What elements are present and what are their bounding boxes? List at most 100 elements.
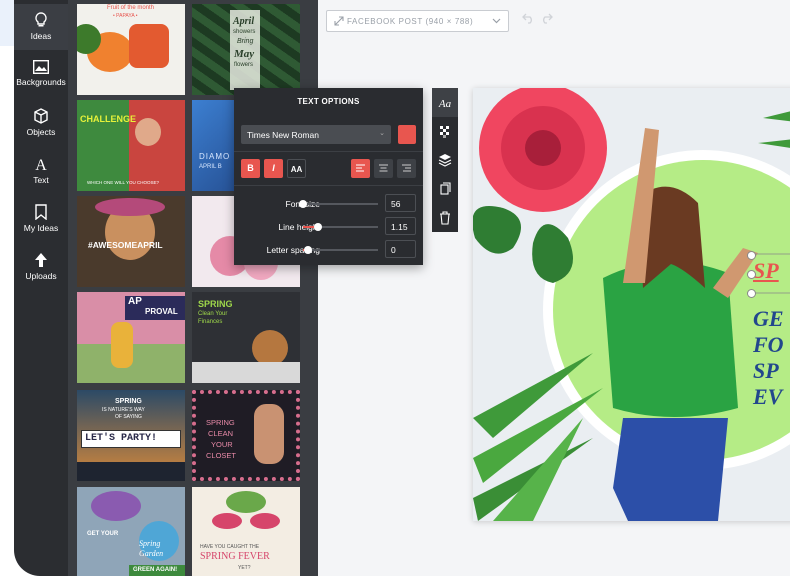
template-text: SPRING <box>206 418 235 427</box>
sidebar-item-label: Ideas <box>30 31 52 41</box>
text-options-title: TEXT OPTIONS <box>297 97 360 106</box>
flower-shape <box>91 491 141 521</box>
transparency-icon <box>440 126 449 138</box>
letter-spacing-input[interactable]: 0 <box>385 240 416 258</box>
headline-line[interactable]: EV <box>753 384 782 410</box>
delete-tool[interactable] <box>432 204 458 233</box>
sidebar-item-my-ideas[interactable]: My Ideas <box>14 196 68 242</box>
uppercase-button[interactable]: AA <box>287 159 306 178</box>
template-thumbnail[interactable]: AP PROVAL <box>77 292 185 383</box>
text-icon: A <box>35 157 47 172</box>
duplicate-icon <box>440 182 451 195</box>
undo-icon[interactable] <box>522 13 535 24</box>
font-size-slider[interactable] <box>299 200 378 208</box>
template-text: SPRING <box>115 398 142 405</box>
slider-knob[interactable] <box>303 246 312 254</box>
template-text: HAVE YOU CAUGHT THE <box>200 544 260 550</box>
sidebar-item-label: Objects <box>26 127 56 137</box>
template-text: #AWESOMEAPRIL <box>88 240 163 250</box>
cube-icon <box>34 108 48 124</box>
text-options-tool[interactable]: Aa <box>432 88 458 117</box>
layers-tool[interactable] <box>432 146 458 175</box>
sidebar-item-label: Uploads <box>25 271 57 281</box>
align-right-button[interactable] <box>397 159 416 178</box>
font-family-select[interactable]: Times New Roman ⌄ <box>241 125 391 144</box>
font-size-input[interactable]: 56 <box>385 194 416 212</box>
resize-icon <box>334 16 344 26</box>
sidebar-item-label: Backgrounds <box>16 77 66 87</box>
sidebar-item-objects[interactable]: Objects <box>14 100 68 146</box>
headline-line[interactable]: SP <box>753 358 779 384</box>
template-thumbnail[interactable]: CHALLENGE WHICH ONE WILL YOU CHOOSE? <box>77 100 185 191</box>
template-thumbnail[interactable]: HAVE YOU CAUGHT THE SPRING FEVER YET? <box>192 487 300 576</box>
chevron-down-icon: ⌄ <box>379 130 385 137</box>
sidebar-item-ideas[interactable]: Ideas <box>14 4 68 50</box>
layers-icon <box>438 154 452 167</box>
align-center-icon <box>379 164 388 172</box>
template-text: CLEAN <box>208 429 234 438</box>
italic-button[interactable]: I <box>264 159 283 178</box>
slider-knob[interactable] <box>299 200 307 208</box>
sidebar-item-label: My Ideas <box>23 223 59 233</box>
template-thumbnail[interactable]: Fruit of the month • PAPAYA • <box>77 4 185 95</box>
redo-icon[interactable] <box>540 13 553 24</box>
headline-selected-text[interactable]: SP <box>753 258 779 284</box>
template-text: Clean Your <box>198 311 228 317</box>
template-thumbnail[interactable]: April showers Bring May flowers <box>192 4 300 95</box>
duplicate-tool[interactable] <box>432 175 458 204</box>
template-text: May <box>234 48 255 60</box>
papaya-slice-shape <box>129 24 169 68</box>
template-thumbnail[interactable]: SPRING IS NATURE'S WAY OF SAYING LET'S P… <box>77 390 185 481</box>
line-height-slider[interactable] <box>303 223 378 231</box>
template-text: showers <box>233 29 256 35</box>
plant-shape <box>226 491 266 513</box>
image-icon <box>33 60 49 74</box>
template-text: DIAMO <box>199 152 231 161</box>
template-panel: Fruit of the month • PAPAYA • April show… <box>68 0 318 576</box>
design-canvas[interactable]: SP GE FO SP EV <box>473 88 790 521</box>
template-text: YOUR <box>211 440 233 449</box>
template-thumbnail[interactable]: SPRING Clean Your Finances <box>192 292 300 383</box>
canvas-size-dropdown[interactable]: FACEBOOK POST (940 × 788) <box>326 10 509 32</box>
text-color-swatch[interactable] <box>398 125 416 144</box>
template-text: Bring <box>237 38 254 45</box>
align-left-icon <box>356 164 365 172</box>
silhouette-shape <box>77 462 185 481</box>
template-text: Fruit of the month <box>107 5 155 11</box>
sunglasses-lens-left <box>212 513 242 529</box>
chevron-down-icon <box>492 18 501 24</box>
template-text: GREEN AGAIN! <box>133 567 178 573</box>
template-thumbnail[interactable]: GET YOUR Spring Garden GREEN AGAIN! <box>77 487 185 576</box>
sidebar-item-label: Text <box>33 175 49 185</box>
text-options-panel: TEXT OPTIONS Times New Roman ⌄ B I AA Fo… <box>234 88 423 265</box>
line-height-input[interactable]: 1.15 <box>385 217 416 235</box>
template-text: AP <box>128 296 142 307</box>
template-thumbnail[interactable]: SPRING CLEAN YOUR CLOSET <box>192 390 300 481</box>
headline-line[interactable]: GE <box>753 306 784 332</box>
align-center-button[interactable] <box>374 159 393 178</box>
align-left-button[interactable] <box>351 159 370 178</box>
red-flower-center <box>525 130 561 166</box>
transparency-tool[interactable] <box>432 117 458 146</box>
bold-button[interactable]: B <box>241 159 260 178</box>
sunglasses-lens-right <box>250 513 280 529</box>
sidebar-item-backgrounds[interactable]: Backgrounds <box>14 52 68 98</box>
headline-line[interactable]: FO <box>753 332 784 358</box>
photo-block <box>129 100 185 191</box>
canvas-artwork <box>473 88 790 521</box>
slider-knob[interactable] <box>314 223 322 231</box>
template-thumbnail[interactable]: #AWESOMEAPRIL <box>77 196 185 287</box>
template-text: CLOSET <box>206 451 237 460</box>
letter-spacing-slider[interactable] <box>303 246 378 254</box>
sidebar-item-text[interactable]: A Text <box>14 148 68 194</box>
resize-handle[interactable] <box>747 270 756 279</box>
resize-handle[interactable] <box>747 289 756 298</box>
element-toolbar: Aa <box>432 88 458 232</box>
template-text: April <box>233 16 255 27</box>
resize-handle[interactable] <box>747 251 756 260</box>
sidebar-item-uploads[interactable]: Uploads <box>14 244 68 290</box>
template-text: PROVAL <box>145 307 178 316</box>
template-text: • PAPAYA • <box>113 13 138 19</box>
editor-app: Ideas Backgrounds Objects A Text My Idea… <box>14 0 790 576</box>
leaf-shape <box>473 206 521 254</box>
